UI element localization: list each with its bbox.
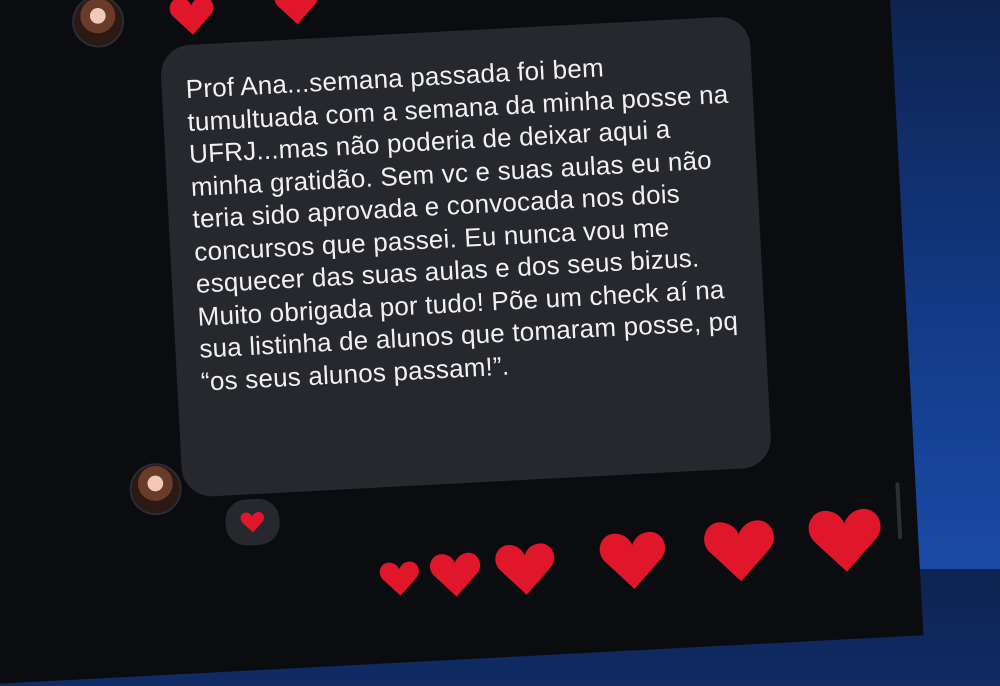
heart-icon — [808, 508, 881, 572]
heart-icon — [599, 531, 666, 589]
chat-screen: Prof Ana...semana passada foi bem tumult… — [0, 0, 924, 686]
heart-icon — [430, 552, 481, 597]
heart-icon — [240, 511, 265, 533]
heart-icon — [373, 0, 404, 1]
heart-icon — [274, 0, 318, 25]
scrollbar[interactable] — [895, 482, 903, 540]
avatar[interactable] — [128, 461, 183, 517]
avatar[interactable] — [70, 0, 126, 49]
message-bubble[interactable]: Prof Ana...semana passada foi bem tumult… — [159, 15, 773, 498]
heart-icon — [169, 0, 214, 35]
heart-icon — [704, 520, 774, 582]
message-text: Prof Ana...semana passada foi bem tumult… — [184, 52, 739, 397]
reaction-badge[interactable] — [221, 494, 284, 550]
heart-icon — [379, 561, 419, 596]
